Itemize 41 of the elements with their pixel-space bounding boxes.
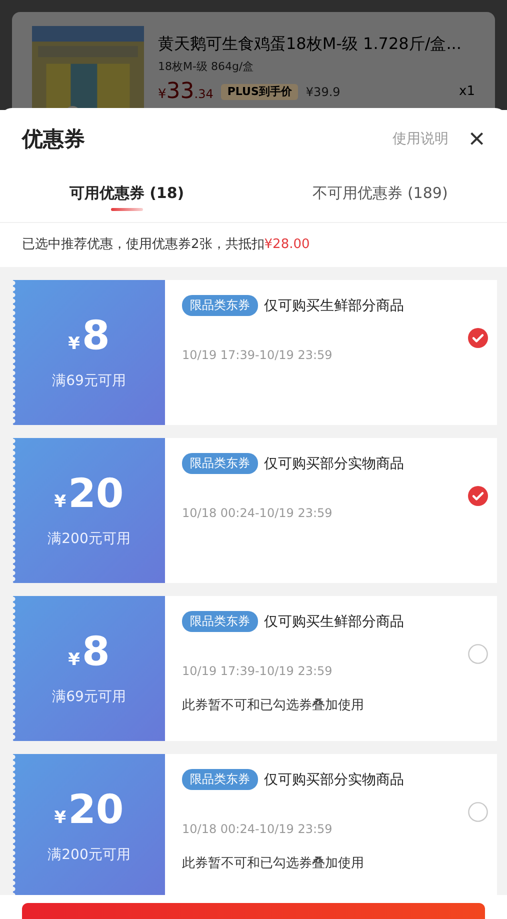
coupon-validity: 10/18 00:24-10/19 23:59 xyxy=(182,822,334,836)
coupon-condition: 满200元可用 xyxy=(48,530,130,548)
product-title: 黄天鹅可生食鸡蛋18枚M-级 1.728斤/盒... xyxy=(158,34,462,55)
original-price: ¥39.9 xyxy=(306,86,340,99)
coupon-tag: 限品类东券 xyxy=(182,453,258,474)
coupon-validity: 10/18 00:24-10/19 23:59 xyxy=(182,506,334,520)
checked-radio-icon[interactable] xyxy=(468,486,488,506)
coupon-tag: 限品类东券 xyxy=(182,611,258,632)
coupon-card[interactable]: ¥20 满200元可用 限品类东券 仅可购买部分实物商品 10/18 00:24-10/19 23:59 xyxy=(13,438,497,583)
radio-icon[interactable] xyxy=(468,802,488,822)
coupon-scope: 仅可购买生鲜部分商品 xyxy=(264,612,404,630)
coupon-condition: 满200元可用 xyxy=(48,846,130,864)
coupon-card[interactable]: ¥8 满69元可用 限品类东券 仅可购买生鲜部分商品 10/19 17:39-10/19 23:59 xyxy=(13,280,497,425)
product-spec: 18枚M-级 864g/盒 xyxy=(158,59,255,74)
coupon-amount: ¥20 xyxy=(54,474,124,514)
coupon-condition: 满69元可用 xyxy=(52,688,126,706)
tab[interactable]: 不可用优惠券 (189) xyxy=(254,176,507,222)
coupon-tag: 限品类东券 xyxy=(182,769,258,790)
coupon-tag: 限品类东券 xyxy=(182,295,258,316)
coupon-scope: 仅可购买部分实物商品 xyxy=(264,770,404,788)
coupon-scope: 仅可购买部分实物商品 xyxy=(264,454,404,472)
coupon-note: 此券暂不可和已勾选券叠加使用 xyxy=(182,855,365,872)
coupon-validity: 10/19 17:39-10/19 23:59 xyxy=(182,348,334,362)
coupon-card[interactable]: ¥8 满69元可用 限品类东券 仅可购买生鲜部分商品 10/19 17:39-10/19 23:59 此券暂不可和已勾选券叠加使用 xyxy=(13,596,497,741)
coupon-condition: 满69元可用 xyxy=(52,372,126,390)
close-button[interactable]: × xyxy=(468,125,485,153)
confirm-button[interactable] xyxy=(22,903,485,919)
checked-radio-icon[interactable] xyxy=(468,328,488,348)
coupon-note: 此券暂不可和已勾选券叠加使用 xyxy=(182,697,365,714)
sheet-title: 优惠券 xyxy=(22,126,86,153)
coupon-amount: ¥8 xyxy=(68,316,110,356)
product-price: ¥33.34 xyxy=(158,80,214,104)
tab[interactable]: 可用优惠券 (18) xyxy=(0,176,254,222)
plus-price-badge: PLUS到手价 xyxy=(221,84,298,100)
coupon-card[interactable]: ¥20 满200元可用 限品类东券 仅可购买部分实物商品 10/18 00:24-10/19 23:59 此券暂不可和已勾选券叠加使用 xyxy=(13,754,497,895)
coupon-validity: 10/19 17:39-10/19 23:59 xyxy=(182,664,334,678)
coupon-scope: 仅可购买生鲜部分商品 xyxy=(264,296,404,314)
coupon-amount: ¥20 xyxy=(54,790,124,830)
quantity: x1 xyxy=(459,84,475,100)
coupon-amount: ¥8 xyxy=(68,632,110,672)
radio-icon[interactable] xyxy=(468,644,488,664)
